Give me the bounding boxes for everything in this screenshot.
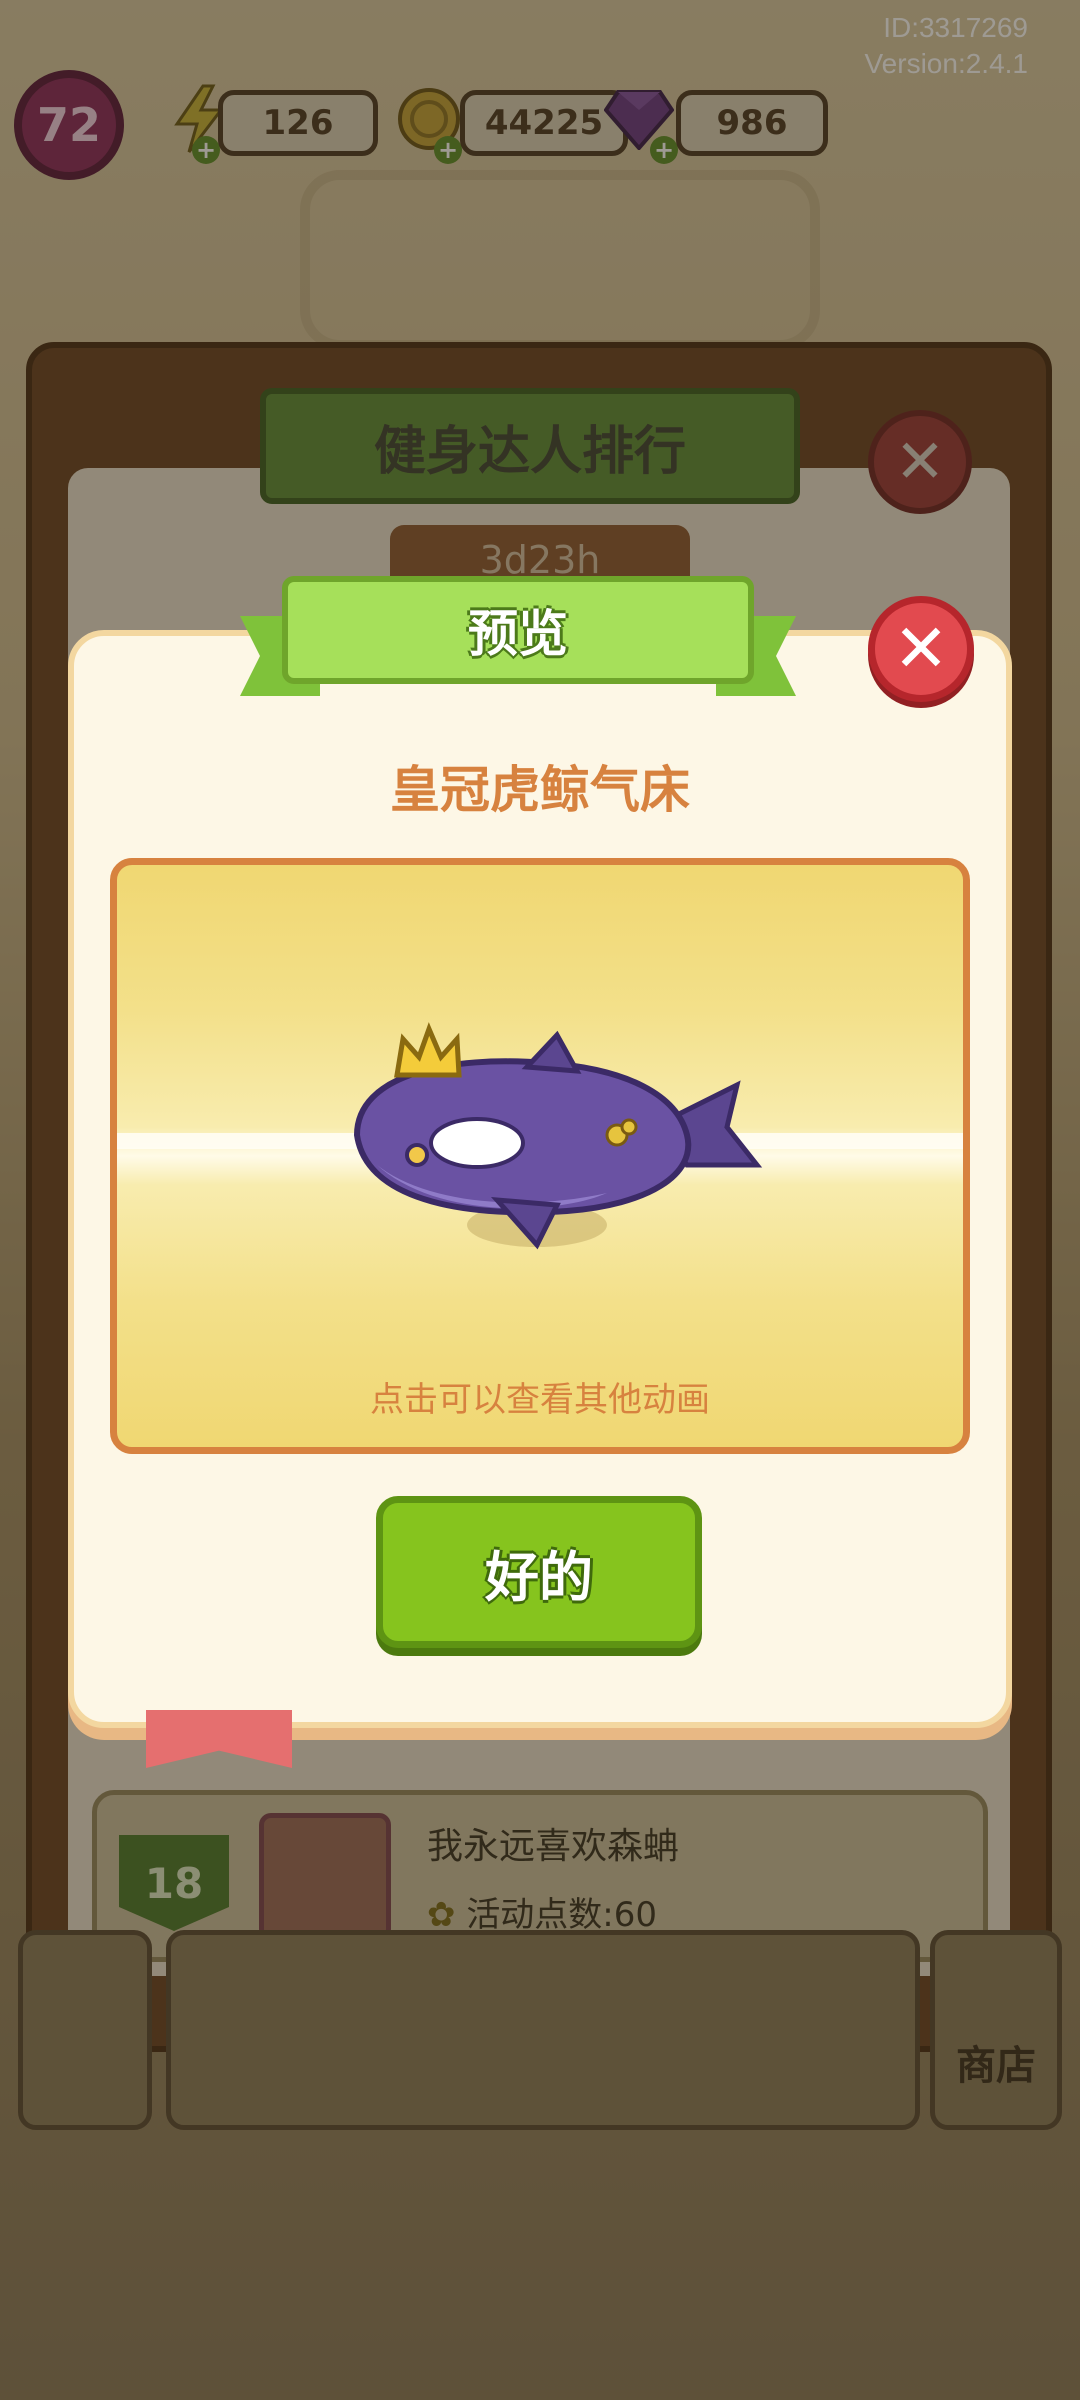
item-preview-area[interactable]: 点击可以查看其他动画 — [110, 858, 970, 1454]
close-icon: ✕ — [893, 610, 949, 687]
dialog-title-ribbon: 预览 — [240, 576, 796, 696]
crowned-orca-float-image — [353, 1022, 763, 1250]
ok-button[interactable]: 好的 — [376, 1496, 702, 1648]
close-button[interactable]: ✕ — [868, 596, 974, 702]
preview-hint: 点击可以查看其他动画 — [370, 1380, 710, 1420]
dialog-title: 预览 — [282, 576, 754, 684]
item-name: 皇冠虎鲸气床 — [390, 761, 690, 819]
